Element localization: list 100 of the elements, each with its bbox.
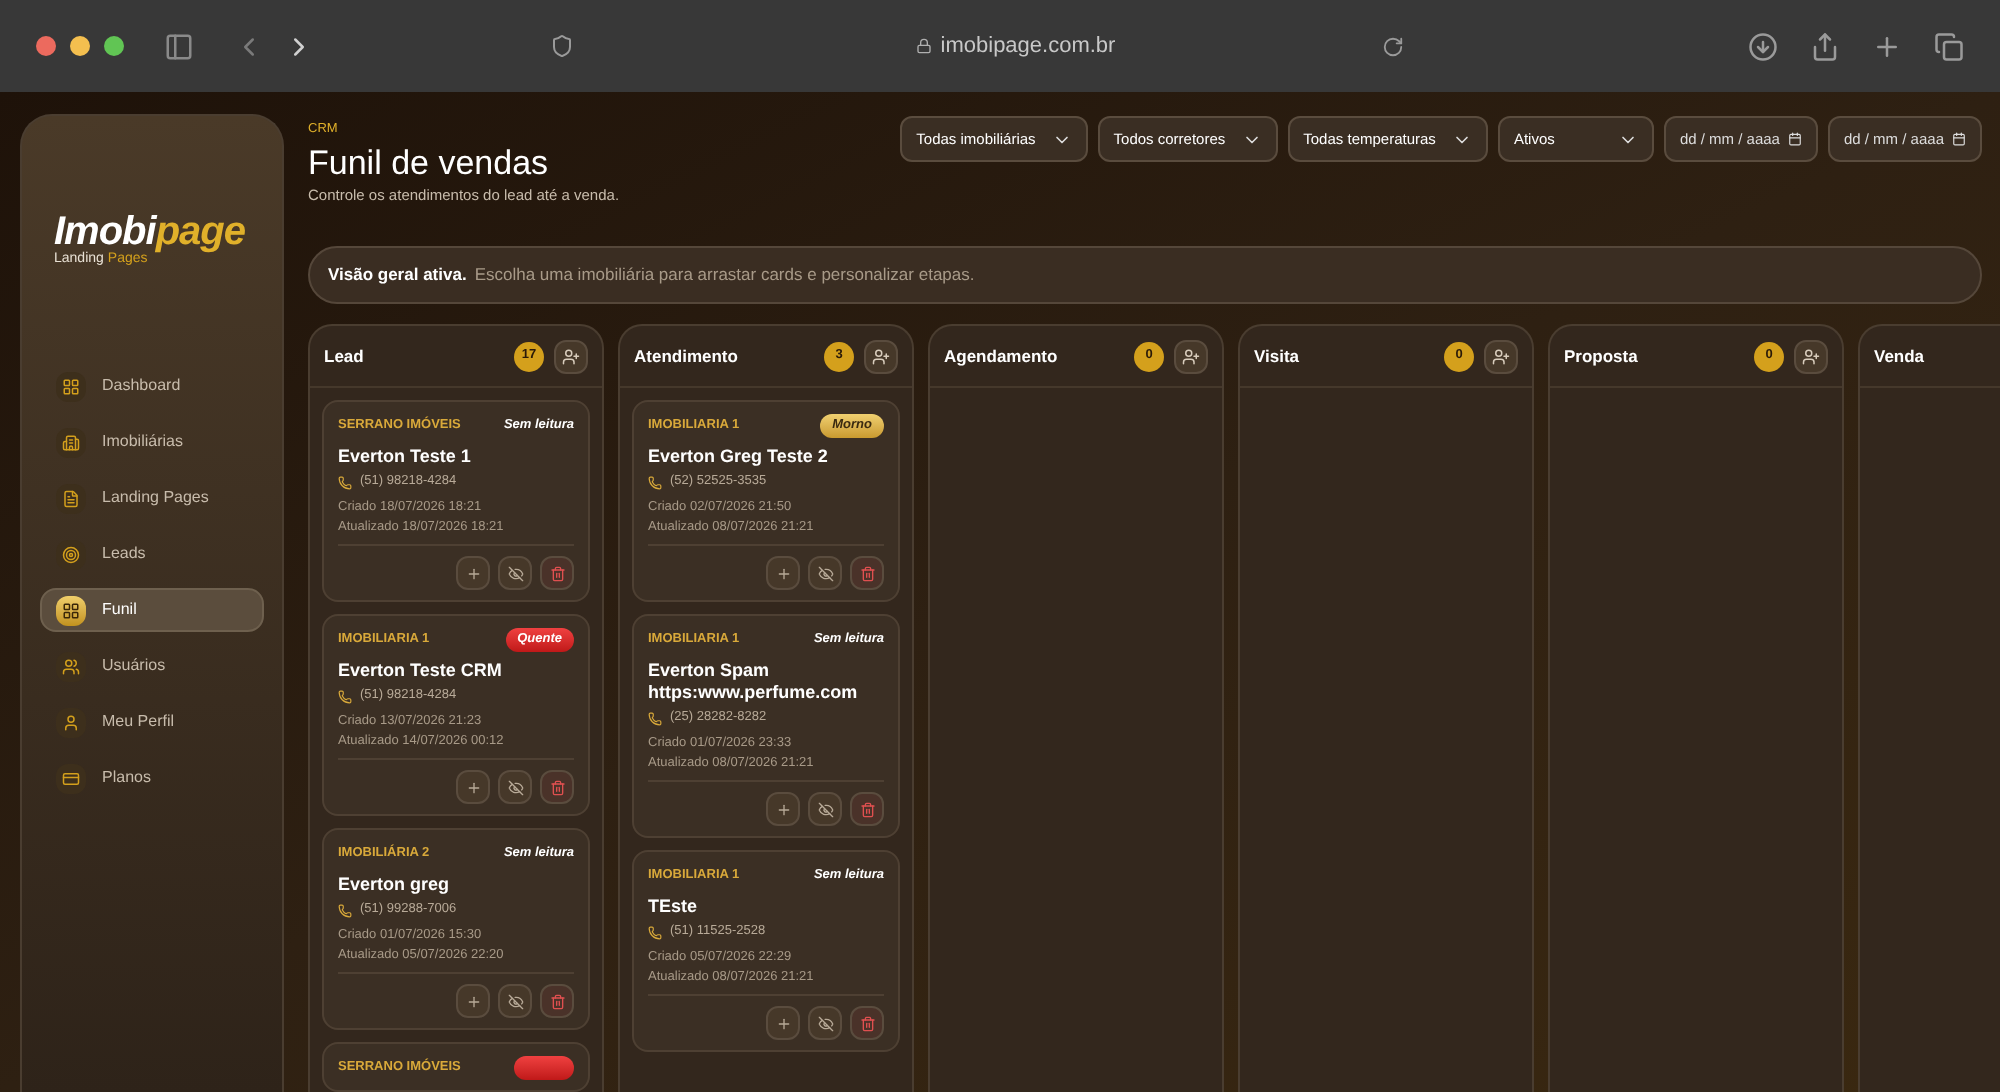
plus-icon [465,779,481,795]
add-button[interactable] [766,792,800,826]
close-window-icon[interactable] [36,36,56,56]
phone-icon [648,925,662,939]
users-icon [62,657,80,675]
nav-item[interactable]: Funil [40,588,264,632]
column-title: Agendamento [944,343,1058,369]
target-icon [62,545,80,563]
tabs-icon[interactable] [1934,31,1964,61]
phone-icon [338,903,352,917]
reload-icon[interactable] [1382,35,1404,57]
add-button[interactable] [766,556,800,590]
sidebar-icon[interactable] [164,31,194,61]
phone-icon [338,689,352,703]
delete-button[interactable] [540,556,574,590]
plus-icon [775,1015,791,1031]
logo-text: page [155,212,246,252]
column-title: Venda [1874,343,1925,369]
share-icon[interactable] [1810,31,1840,61]
hide-button[interactable] [498,984,532,1018]
building-icon [62,433,80,451]
plus-icon [465,565,481,581]
eye-off-icon [507,565,523,581]
trash-icon [549,779,565,795]
eye-off-icon [817,565,833,581]
plus-icon [775,801,791,817]
plus-icon [465,993,481,1009]
hide-button[interactable] [808,556,842,590]
assign-user-button[interactable] [554,339,588,373]
lead-name: Everton Greg Teste 2 [648,446,830,468]
trash-icon [859,1015,875,1031]
column-title: Atendimento [634,343,738,369]
address-bar[interactable]: imobipage.com.br [606,18,1426,74]
grid-icon [62,601,80,619]
url-text: imobipage.com.br [940,31,1116,62]
lead-name: TEste [648,896,700,918]
hide-button[interactable] [808,792,842,826]
add-button[interactable] [456,984,490,1018]
lead-name: Everton Teste 1 [338,446,473,468]
delete-button[interactable] [850,1006,884,1040]
logo-text: Imobi [54,212,156,252]
add-button[interactable] [456,770,490,804]
new-tab-icon[interactable] [1872,31,1902,61]
eye-off-icon [817,801,833,817]
column-title: Lead [324,343,364,369]
page-title: Funil de vendas [308,143,551,184]
phone-icon [648,475,662,489]
maximize-window-icon[interactable] [104,36,124,56]
card-icon [62,769,80,787]
add-user-icon [1492,347,1510,365]
document-icon [62,489,80,507]
trash-icon [859,565,875,581]
delete-button[interactable] [850,792,884,826]
nav-item[interactable]: Meu Perfil [40,700,264,744]
shield-icon[interactable] [550,34,574,58]
calendar-icon [1952,132,1966,146]
hide-button[interactable] [808,1006,842,1040]
nav-item[interactable]: Landing Pages [40,476,264,520]
trash-icon [549,565,565,581]
trash-icon [859,801,875,817]
delete-button[interactable] [850,556,884,590]
eye-off-icon [817,1015,833,1031]
phone-icon [338,475,352,489]
assign-user-button[interactable] [1794,339,1828,373]
banner-text: Escolha uma imobiliária para arrastar cards e personalizar etapas. [474,262,975,288]
plus-icon [775,565,791,581]
grid-icon [62,377,80,395]
lead-name: Everton greg [338,874,452,896]
banner-title: Visão geral ativa. [328,262,467,288]
add-button[interactable] [456,556,490,590]
eye-off-icon [507,779,523,795]
column-title: Visita [1254,343,1300,369]
nav-item[interactable]: Planos [40,756,264,800]
assign-user-button[interactable] [864,339,898,373]
assign-user-button[interactable] [1484,339,1518,373]
nav-item[interactable]: Imobiliárias [40,420,264,464]
calendar-icon [1787,132,1802,146]
add-user-icon [1182,347,1200,365]
add-user-icon [872,347,890,365]
assign-user-button[interactable] [1174,339,1208,373]
lead-name: Everton Spam https:www.perfume.com [648,660,860,704]
eye-off-icon [507,993,523,1009]
delete-button[interactable] [540,770,574,804]
minimize-window-icon[interactable] [70,36,90,56]
phone-icon [648,711,662,725]
download-icon[interactable] [1748,31,1778,61]
trash-icon [549,993,565,1009]
nav-item[interactable]: Leads [40,532,264,576]
hide-button[interactable] [498,770,532,804]
lead-name: Everton Teste CRM [338,660,504,682]
column-title: Proposta [1564,343,1638,369]
lock-icon [916,38,933,54]
delete-button[interactable] [540,984,574,1018]
user-icon [62,713,80,731]
add-user-icon [1802,347,1820,365]
nav-item[interactable]: Dashboard [40,364,264,408]
nav-item[interactable]: Usuários [40,644,264,688]
add-button[interactable] [766,1006,800,1040]
add-user-icon [562,347,580,365]
hide-button[interactable] [498,556,532,590]
